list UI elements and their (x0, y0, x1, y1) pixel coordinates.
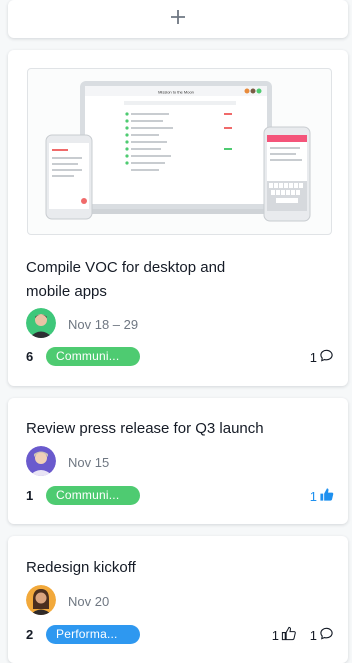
due-date: Nov 20 (68, 594, 110, 609)
task-card[interactable]: Redesign kickoff Nov 20 2 Performa... 1 … (8, 536, 348, 663)
project-tag[interactable]: Communi... (46, 486, 140, 505)
task-title: Redesign kickoff (26, 559, 136, 576)
avatar[interactable] (26, 585, 56, 615)
comment-count[interactable]: 1 (310, 348, 334, 366)
due-date: Nov 18 – 29 (68, 317, 139, 332)
cover-image: Mission to the Moon (27, 68, 332, 235)
project-tag[interactable]: Communi... (46, 347, 140, 366)
task-card[interactable]: Mission to the Moon Compile VOC for desk… (8, 50, 348, 386)
comment-icon (319, 626, 334, 644)
task-title: Review press release for Q3 launch (26, 420, 264, 437)
like-count[interactable]: 1 (310, 487, 334, 505)
avatar[interactable] (26, 446, 56, 476)
comment-count-value: 1 (309, 627, 317, 643)
like-count-value: 1 (309, 488, 317, 504)
comment-count[interactable]: 1 (310, 626, 334, 644)
comment-count-value: 1 (309, 349, 317, 365)
thumbs-up-icon (281, 626, 296, 644)
task-title-line2: mobile apps (26, 283, 107, 300)
due-date: Nov 15 (68, 455, 110, 470)
subtask-count: 2 (26, 627, 34, 642)
plus-icon (169, 8, 187, 31)
project-tag[interactable]: Performa... (46, 625, 140, 644)
add-task-button[interactable] (8, 0, 348, 38)
comment-icon (319, 348, 334, 366)
thumbs-up-filled-icon (319, 487, 334, 505)
task-card[interactable]: Review press release for Q3 launch Nov 1… (8, 398, 348, 524)
avatar[interactable] (26, 308, 56, 338)
subtask-count: 1 (26, 488, 34, 503)
like-count-value: 1 (271, 627, 279, 643)
cover-window-title: Mission to the Moon (158, 90, 194, 95)
subtask-count: 6 (26, 349, 34, 364)
like-count[interactable]: 1 (272, 626, 296, 644)
task-title: Compile VOC for desktop and (26, 259, 226, 276)
